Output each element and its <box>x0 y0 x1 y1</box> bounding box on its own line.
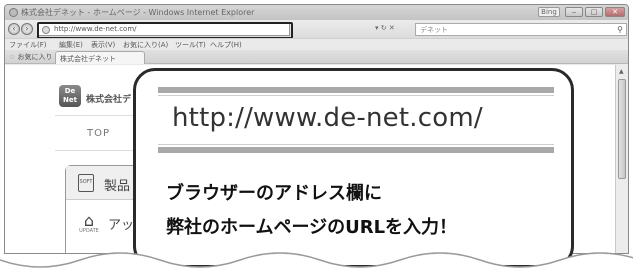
product-icon: SOFT <box>78 174 94 192</box>
maximize-button[interactable]: □ <box>585 7 603 17</box>
forward-button[interactable]: › <box>21 23 33 35</box>
callout-url-band: http://www.de-net.com/ <box>158 87 554 153</box>
title-bar: 株式会社デネット - ホームページ - Windows Internet Exp… <box>5 5 628 20</box>
scroll-up-icon[interactable]: ▲ <box>619 68 624 75</box>
menu-edit[interactable]: 編集(E) <box>59 40 83 50</box>
callout-instruction-line2: 弊社のホームページのURLを入力！ <box>166 217 458 238</box>
search-engine-badge[interactable]: Bing <box>538 7 560 17</box>
menu-bar: ファイル(F) 編集(E) 表示(V) お気に入り(A) ツール(T) ヘルプ(… <box>5 38 628 50</box>
callout-url: http://www.de-net.com/ <box>172 103 483 133</box>
tab-current-page[interactable]: 株式会社デネット <box>55 51 145 64</box>
home-arrow-icon: ⌂ <box>83 211 95 230</box>
panel-item-update-label[interactable]: アッ <box>108 214 134 233</box>
close-button[interactable]: ✕ <box>605 7 625 17</box>
address-bar-highlight <box>37 22 293 39</box>
search-icon[interactable]: ⚲ <box>617 25 623 34</box>
back-button[interactable]: ‹ <box>8 23 20 35</box>
scroll-thumb[interactable] <box>618 79 626 179</box>
favorites-label: お気に入り <box>17 53 53 61</box>
torn-edge-decoration <box>0 252 633 274</box>
callout-box: http://www.de-net.com/ ブラウザーのアドレス欄に 弊社のホ… <box>133 68 574 268</box>
address-controls[interactable]: ▾ ↻ ✕ <box>375 24 395 32</box>
nav-top-link[interactable]: TOP <box>87 128 110 139</box>
menu-file[interactable]: ファイル(F) <box>9 40 47 50</box>
site-logo[interactable]: De Net <box>59 85 81 107</box>
company-name: 株式会社デ <box>86 95 132 105</box>
vertical-scrollbar[interactable]: ▲ <box>615 65 628 253</box>
star-icon: ☆ <box>9 53 16 61</box>
update-icon-caption: UPDATE <box>79 228 99 234</box>
navigation-bar: ‹ › http://www.de-net.com/ ▾ ↻ ✕ デネット ⚲ <box>5 20 628 39</box>
update-icon: ⌂ UPDATE <box>78 211 100 235</box>
search-box[interactable]: デネット ⚲ <box>415 23 627 36</box>
favorites-button[interactable]: ☆ お気に入り <box>9 52 53 62</box>
menu-favorites[interactable]: お気に入り(A) <box>123 40 168 50</box>
tab-bar: ☆ お気に入り 株式会社デネット <box>5 50 628 64</box>
callout-instruction-line1: ブラウザーのアドレス欄に <box>166 183 382 204</box>
search-input[interactable]: デネット <box>420 25 448 35</box>
window-title: 株式会社デネット - ホームページ - Windows Internet Exp… <box>21 8 255 17</box>
minimize-button[interactable]: ‒ <box>565 7 583 17</box>
menu-tools[interactable]: ツール(T) <box>175 40 206 50</box>
menu-view[interactable]: 表示(V) <box>91 40 115 50</box>
ie-logo-icon <box>9 8 18 17</box>
menu-help[interactable]: ヘルプ(H) <box>210 40 242 50</box>
panel-item-products-label: 製品 <box>104 179 131 194</box>
